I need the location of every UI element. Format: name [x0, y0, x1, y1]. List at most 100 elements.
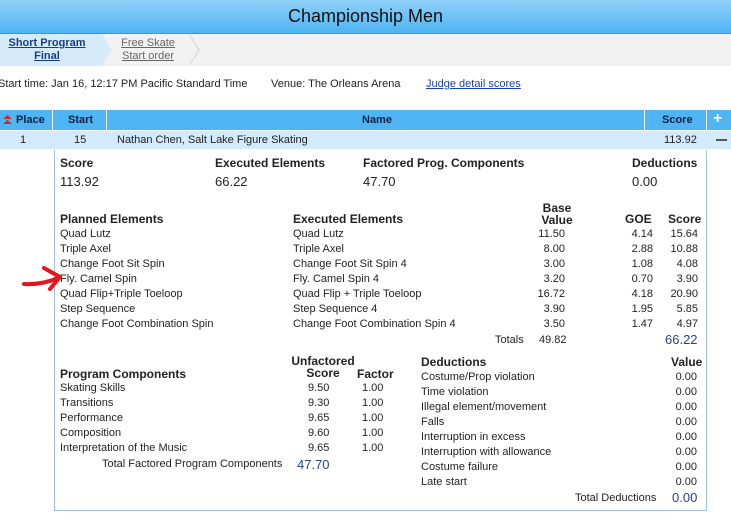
unfactored-header: Unfactored Score [288, 355, 358, 379]
elements-score-total: 66.22 [665, 332, 698, 347]
planned-element: Change Foot Combination Spin [60, 318, 214, 330]
base-value-header: Base Value [537, 202, 577, 226]
factor-header: Factor [357, 367, 394, 381]
program-components-header: Program Components [60, 367, 187, 381]
element-score: 5.85 [676, 303, 698, 315]
tab-free-skate[interactable]: Free Skate Start order [112, 37, 184, 63]
base-value: 16.72 [537, 288, 565, 300]
judge-detail-link[interactable]: Judge detail scores [426, 78, 521, 90]
row-place: 1 [20, 134, 27, 146]
row-score: 113.92 [664, 134, 697, 146]
results-table-header: Place Start Name Score + [0, 110, 731, 130]
executed-element: Step Sequence 4 [293, 303, 378, 315]
goe-value: 4.14 [631, 228, 653, 240]
tab-short-program[interactable]: Short Program Final [0, 34, 102, 66]
summary-score-label: Score [60, 156, 94, 170]
component-name: Transitions [60, 397, 114, 409]
header-name[interactable]: Name [362, 114, 392, 126]
component-score: 9.65 [308, 412, 330, 424]
executed-elements-header: Executed Elements [293, 212, 404, 226]
planned-element: Quad Flip+Triple Toeloop [60, 288, 183, 300]
deduction-name: Time violation [421, 386, 489, 398]
deduction-name: Costume/Prop violation [421, 371, 535, 383]
header-start[interactable]: Start [68, 114, 93, 126]
total-pcs: 47.70 [297, 457, 330, 472]
red-arrow-annotation [22, 266, 62, 291]
deduction-value: 0.00 [675, 446, 697, 458]
unfactored-header-line2: Score [306, 366, 340, 380]
deduction-value: 0.00 [675, 476, 697, 488]
deduction-value: 0.00 [675, 401, 697, 413]
total-deductions-label: Total Deductions [575, 492, 657, 504]
table-row[interactable]: 1 15 Nathan Chen, Salt Lake Figure Skati… [0, 131, 731, 149]
base-value: 3.90 [543, 303, 565, 315]
page-title: Championship Men [287, 6, 444, 26]
planned-element: Fly. Camel Spin [60, 273, 137, 285]
total-deductions: 0.00 [672, 490, 698, 505]
summary-tes: 66.22 [215, 174, 248, 189]
summary-score: 113.92 [60, 174, 99, 189]
collapse-icon[interactable] [716, 139, 727, 141]
deduction-value: 0.00 [675, 431, 697, 443]
executed-element: Quad Flip + Triple Toeloop [293, 288, 422, 300]
tab-short-program-line2[interactable]: Final [0, 50, 94, 63]
planned-element: Change Foot Sit Spin [60, 258, 165, 270]
base-value-header-line2: Value [541, 213, 573, 227]
planned-elements-header: Planned Elements [60, 212, 164, 226]
goe-header: GOE [625, 212, 652, 226]
deduction-value: 0.00 [675, 416, 697, 428]
summary-pcs-label: Factored Prog. Components [363, 156, 525, 170]
executed-element: Quad Lutz [293, 228, 344, 240]
component-factor: 1.00 [362, 382, 384, 394]
header-score[interactable]: Score [662, 114, 693, 126]
base-total: 49.82 [539, 334, 567, 346]
tab-free-skate-line2[interactable]: Start order [112, 50, 184, 63]
base-value: 3.00 [543, 258, 565, 270]
base-value: 8.00 [543, 243, 565, 255]
deduction-value: 0.00 [675, 386, 697, 398]
component-score: 9.30 [308, 397, 330, 409]
goe-value: 0.70 [631, 273, 653, 285]
totals-label: Totals [495, 334, 524, 346]
header-place[interactable]: Place [16, 114, 45, 126]
deduction-value: 0.00 [675, 371, 697, 383]
event-info: Start time: Jan 16, 12:17 PM Pacific Sta… [0, 78, 731, 92]
tab-short-program-line1[interactable]: Short Program [0, 37, 94, 50]
tab-arrow-2-inner [189, 35, 198, 65]
deduction-name: Late start [421, 476, 467, 488]
tab-free-skate-line1[interactable]: Free Skate [112, 37, 184, 50]
executed-element: Change Foot Sit Spin 4 [293, 258, 407, 270]
deduction-name: Falls [421, 416, 445, 428]
component-score: 9.50 [308, 382, 330, 394]
component-name: Performance [60, 412, 123, 424]
deduction-value-header: Value [671, 355, 703, 369]
summary-ded: 0.00 [632, 174, 658, 189]
tab-short-program-link[interactable]: Short Program Final [0, 37, 94, 63]
base-value: 11.50 [538, 228, 565, 240]
executed-element: Change Foot Combination Spin 4 [293, 318, 456, 330]
component-factor: 1.00 [362, 397, 384, 409]
venue: Venue: The Orleans Arena [271, 78, 401, 90]
expand-all-icon[interactable]: + [713, 111, 722, 127]
component-factor: 1.00 [362, 427, 384, 439]
planned-element: Step Sequence [60, 303, 136, 315]
base-value: 3.50 [543, 318, 565, 330]
deduction-value: 0.00 [675, 461, 697, 473]
planned-element: Triple Axel [60, 243, 111, 255]
component-factor: 1.00 [362, 412, 384, 424]
start-time: Start time: Jan 16, 12:17 PM Pacific Sta… [0, 78, 248, 90]
component-score: 9.65 [308, 442, 330, 454]
row-name: Nathan Chen, Salt Lake Figure Skating [117, 134, 308, 146]
tab-arrow-1 [102, 34, 112, 66]
component-name: Skating Skills [60, 382, 126, 394]
component-name: Interpretation of the Music [60, 442, 188, 454]
goe-value: 1.47 [631, 318, 653, 330]
executed-element: Fly. Camel Spin 4 [293, 273, 379, 285]
element-score: 10.88 [670, 243, 698, 255]
component-factor: 1.00 [362, 442, 384, 454]
sort-icon[interactable] [3, 115, 12, 125]
executed-element: Triple Axel [293, 243, 344, 255]
header-divider [106, 110, 107, 130]
deduction-name: Interruption in excess [421, 431, 526, 443]
title-bar: Championship Men [0, 0, 731, 34]
